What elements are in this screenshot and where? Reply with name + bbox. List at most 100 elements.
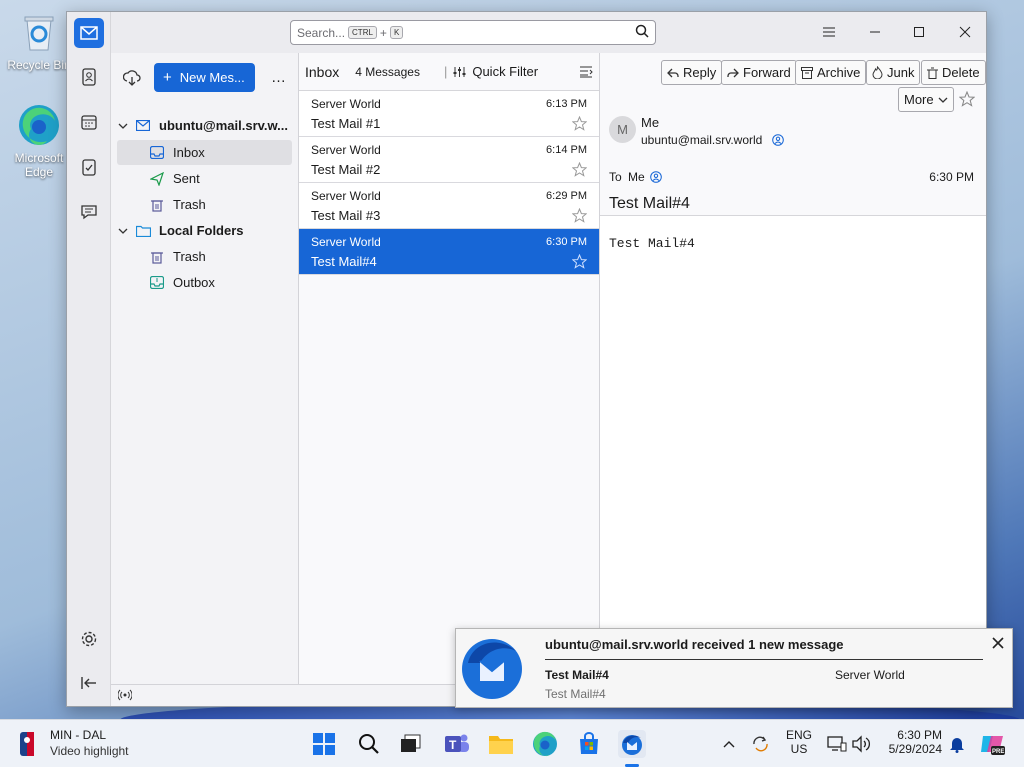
get-messages-icon[interactable]: [122, 70, 141, 89]
divider: |: [443, 64, 448, 79]
message-time: 6:13 PM: [546, 98, 587, 110]
message-subject-heading: Test Mail#4: [609, 195, 690, 212]
notification-preview: Test Mail#4: [545, 687, 606, 701]
task-view-icon[interactable]: [397, 730, 425, 758]
search-placeholder: Search...: [297, 25, 346, 40]
message-time: 6:30 PM: [546, 236, 587, 248]
folder-local-trash[interactable]: Trash: [117, 244, 292, 269]
notification-bell-icon[interactable]: [943, 730, 971, 758]
archive-label: Archive: [817, 65, 861, 80]
star-icon[interactable]: [571, 161, 588, 180]
chevron-down-icon[interactable]: [117, 118, 129, 134]
volume-icon[interactable]: [847, 730, 875, 758]
junk-button[interactable]: Junk: [866, 60, 921, 85]
minimize-icon[interactable]: [865, 22, 885, 42]
edge-shortcut[interactable]: Microsoft Edge: [4, 103, 74, 179]
message-subject: Test Mail #2: [311, 162, 381, 177]
from-email[interactable]: ubuntu@mail.srv.world: [641, 133, 762, 147]
calendar-icon[interactable]: [74, 107, 104, 137]
settings-gear-icon[interactable]: [74, 624, 104, 654]
folder-label: Trash: [173, 197, 206, 212]
folder-trash[interactable]: Trash: [117, 192, 292, 217]
star-icon[interactable]: [571, 207, 588, 226]
new-message-button[interactable]: + New Mes...: [154, 63, 255, 92]
local-folders-row[interactable]: Local Folders: [117, 218, 292, 243]
message-row[interactable]: Server World Test Mail #2 6:14 PM: [299, 137, 599, 183]
reply-button[interactable]: Reply: [661, 60, 723, 85]
chevron-down-icon: [938, 97, 948, 103]
message-row[interactable]: Server World Test Mail #1 6:13 PM: [299, 91, 599, 137]
tasks-icon[interactable]: [74, 152, 104, 182]
folder-inbox[interactable]: Inbox: [117, 140, 292, 165]
message-subject: Test Mail#4: [311, 254, 377, 269]
delete-button[interactable]: Delete: [921, 60, 986, 85]
taskbar-search-icon[interactable]: [355, 730, 383, 758]
mail-account-icon: [135, 118, 151, 134]
star-icon[interactable]: [571, 115, 588, 134]
reading-pane: Reply Forward Archive Junk Delete More M…: [600, 53, 986, 684]
chat-icon[interactable]: [74, 197, 104, 227]
star-icon[interactable]: [958, 90, 976, 110]
list-display-options-icon[interactable]: [579, 66, 593, 78]
folder-sent[interactable]: Sent: [117, 166, 292, 191]
to-name[interactable]: Me: [628, 170, 645, 184]
quick-filter-button[interactable]: Quick Filter: [453, 64, 538, 79]
thunderbird-window: Search... CTRL + K + New Mes... … ubuntu…: [66, 11, 987, 707]
maximize-icon[interactable]: [909, 22, 929, 42]
forward-button[interactable]: Forward: [721, 60, 797, 85]
mail-space-icon[interactable]: [74, 18, 104, 48]
clock-time: 6:30 PM: [897, 728, 942, 742]
clock[interactable]: 6:30 PM 5/29/2024: [884, 728, 942, 756]
search-input[interactable]: Search... CTRL + K: [290, 20, 656, 45]
file-explorer-icon[interactable]: [487, 730, 515, 758]
contact-icon[interactable]: [650, 171, 662, 186]
message-list-header: Inbox 4 Messages | Quick Filter: [299, 53, 599, 91]
collapse-spaces-icon[interactable]: [74, 668, 104, 698]
message-subject: Test Mail #1: [311, 116, 381, 131]
folder-outbox[interactable]: Outbox: [117, 270, 292, 295]
archive-button[interactable]: Archive: [795, 60, 867, 85]
chevron-down-icon[interactable]: [117, 223, 129, 239]
shortcut-key-k: K: [389, 26, 404, 39]
shortcut-key-ctrl: CTRL: [348, 26, 377, 39]
microsoft-store-icon[interactable]: [575, 730, 603, 758]
trash-icon: [927, 67, 938, 79]
contact-icon[interactable]: [772, 134, 784, 149]
reply-label: Reply: [683, 65, 717, 80]
chevron-up-icon[interactable]: [715, 730, 743, 758]
thunderbird-taskbar-icon[interactable]: [618, 730, 646, 758]
language-indicator[interactable]: ENG US: [786, 728, 812, 756]
message-row[interactable]: Server World Test Mail #3 6:29 PM: [299, 183, 599, 229]
app-menu-icon[interactable]: [819, 22, 839, 42]
teams-icon[interactable]: T: [443, 730, 471, 758]
edge-icon[interactable]: [531, 730, 559, 758]
from-name[interactable]: Me: [641, 115, 659, 130]
address-book-icon[interactable]: [74, 62, 104, 92]
new-message-label: New Mes...: [179, 70, 245, 85]
account-row[interactable]: ubuntu@mail.srv.w...: [117, 113, 292, 138]
message-header: Reply Forward Archive Junk Delete More M…: [600, 53, 986, 216]
star-icon[interactable]: [571, 253, 588, 272]
edge-icon: [17, 103, 61, 147]
start-windows-icon[interactable]: [310, 730, 338, 758]
taskbar: MIN - DAL Video highlight T ENG US 6:30 …: [0, 719, 1024, 767]
search-icon[interactable]: [635, 24, 649, 41]
copilot-icon[interactable]: PRE: [978, 730, 1006, 758]
more-button[interactable]: More: [898, 87, 954, 112]
new-mail-notification[interactable]: ubuntu@mail.srv.world received 1 new mes…: [455, 628, 1013, 708]
message-row-selected[interactable]: Server World Test Mail#4 6:30 PM: [299, 229, 599, 275]
svg-text:PRE: PRE: [992, 749, 1004, 755]
notification-sender: Server World: [835, 668, 905, 682]
online-status-icon[interactable]: [117, 689, 133, 704]
recycle-bin-shortcut[interactable]: Recycle Bin: [4, 10, 74, 72]
close-icon[interactable]: [992, 637, 1004, 652]
recycle-bin-icon: [17, 10, 61, 54]
to-label: To: [609, 170, 622, 184]
sync-icon[interactable]: [747, 730, 775, 758]
widget-title[interactable]: MIN - DAL: [50, 728, 106, 742]
avatar: M: [609, 116, 636, 143]
archive-icon: [801, 66, 813, 79]
widget-subtitle[interactable]: Video highlight: [50, 744, 129, 758]
close-icon[interactable]: [955, 22, 975, 42]
folder-pane-more-button[interactable]: …: [271, 69, 286, 86]
